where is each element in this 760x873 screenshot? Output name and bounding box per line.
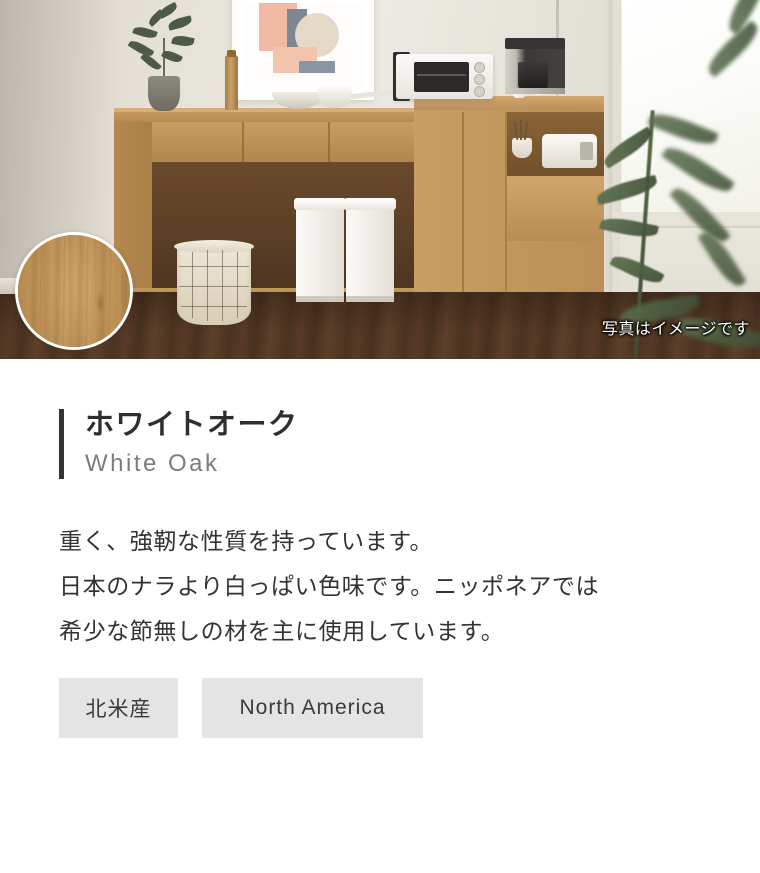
coffee-carafe [518,62,548,89]
basket-wire [237,252,238,318]
pepper-mill [225,55,238,110]
basket-wire [192,252,193,318]
wood-swatch-circle [15,232,133,350]
plant-pot [148,76,180,111]
saucepan [318,86,352,108]
description-line: 重く、強靭な性質を持っています。 [59,527,434,554]
utensil [520,120,522,140]
oven-knob [474,62,485,73]
material-detail-page: 写真はイメージです ホワイトオーク White Oak 重く、強靭な性質を持って… [0,0,760,873]
trash-bin-foot [296,296,344,302]
basket-rim [174,240,254,253]
oven-knob [474,86,485,97]
material-title-ja: ホワイトオーク [85,409,299,441]
title-block: ホワイトオーク White Oak [59,407,760,481]
trash-bin-foot [346,296,394,302]
pepper-mill-cap [227,50,236,57]
trash-bin [346,206,394,298]
art-shape-bar [299,61,335,73]
wire-basket [177,243,251,325]
plant-stem [163,38,165,80]
description-line: 日本のナラより白っぱい色味です。ニッポネアでは [59,572,600,599]
cabinet-door-divider [462,112,464,298]
wood-grain-texture [18,235,130,347]
description-line: 希少な節無しの材を主に使用しています。 [59,617,505,644]
trash-bin [296,206,344,298]
origin-tag-ja[interactable]: 北米産 [59,677,178,738]
drawer-divider [328,122,330,162]
coffee-maker-top [505,38,565,49]
sideboard-drawers [152,122,414,162]
basket-wire [179,286,249,287]
oven-door [414,62,469,92]
origin-tag-en[interactable]: North America [202,677,423,738]
trash-bin-lid [294,198,346,210]
material-description: 重く、強靭な性質を持っています。 日本のナラより白っぱい色味です。ニッポネアでは… [59,519,760,654]
material-info-section: ホワイトオーク White Oak 重く、強靭な性質を持っています。 日本のナラ… [0,359,760,738]
rice-cooker-panel [580,142,593,160]
basket-wire [181,306,247,307]
origin-tag-list: 北米産 North America [59,677,760,738]
coffee-maker-base [505,88,565,94]
photo-disclaimer-caption: 写真はイメージです [601,321,750,338]
framed-art [232,0,374,100]
oven-knob [474,74,485,85]
wood-knot [96,290,105,316]
utensil-cup [512,138,532,158]
trash-bin-lid [344,198,396,210]
title-accent-bar [59,409,64,479]
basket-wire [179,266,249,267]
material-title-en: White Oak [85,450,220,478]
drawer-divider [242,122,244,162]
cabinet-lower-drawer [507,181,604,241]
art-canvas [243,3,363,89]
cabinet-door-divider [505,112,507,298]
